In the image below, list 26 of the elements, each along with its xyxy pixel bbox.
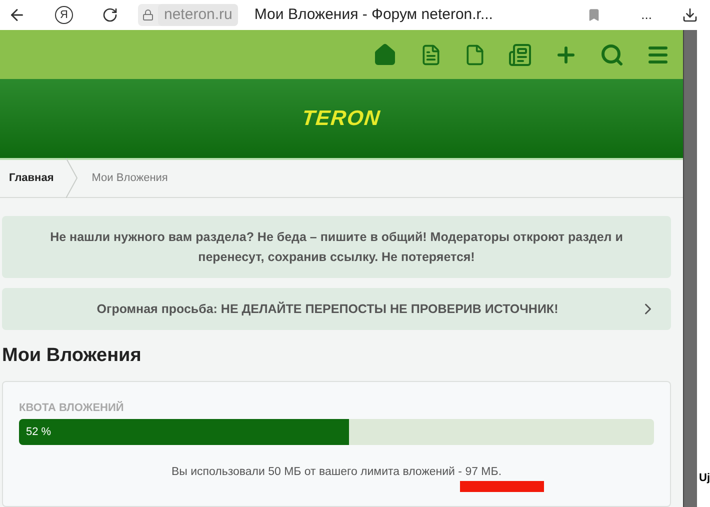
tab-title: Мои Вложения - Форум neteron.r... — [254, 4, 493, 25]
notice-text: Не нашли нужного вам раздела? Не беда – пишите в общий! Модераторы откроют раздел и перенесут, сохранив ссылку. Не потеряется! — [49, 228, 624, 266]
menu-text[interactable]: ... — [641, 5, 652, 25]
newspaper-icon[interactable] — [508, 42, 532, 67]
lock-icon — [142, 9, 154, 21]
file-icon[interactable] — [464, 42, 486, 67]
notice-text: Огромная просьба: НЕ ДЕЛАЙТЕ ПЕРЕПОСТЫ НЕ ПРОВЕРИВ ИСТОЧНИК! — [96, 300, 560, 318]
bookmark-icon[interactable] — [587, 7, 602, 23]
quota-label: КВОТА ВЛОЖЕНИЙ — [19, 400, 125, 416]
quota-summary: Вы использовали 50 МБ от вашего лимита вложений - 97 МБ. — [171, 464, 502, 480]
download-icon[interactable] — [682, 7, 698, 23]
search-icon[interactable] — [600, 42, 624, 67]
notice-banner[interactable]: Огромная просьба: НЕ ДЕЛАЙТЕ ПЕРЕПОСТЫ НЕ ПРОВЕРИВ ИСТОЧНИК! — [2, 288, 671, 330]
back-icon[interactable] — [8, 6, 26, 24]
scrollbar[interactable] — [683, 30, 697, 507]
breadcrumb-link[interactable]: Мои Вложения — [78, 170, 182, 186]
home-icon[interactable] — [372, 42, 398, 67]
side-text: Uj — [699, 471, 710, 486]
site-logo[interactable]: TERON — [300, 102, 382, 134]
yandex-button[interactable]: Я — [55, 6, 73, 24]
reload-icon[interactable] — [102, 7, 118, 23]
breadcrumb-link[interactable]: Главная — [0, 170, 66, 186]
progress-reading: 52 % — [26, 424, 52, 440]
document-icon[interactable] — [420, 42, 442, 67]
breadcrumb-separator-icon — [66, 158, 78, 198]
page-title: Мои Вложения — [2, 344, 142, 368]
